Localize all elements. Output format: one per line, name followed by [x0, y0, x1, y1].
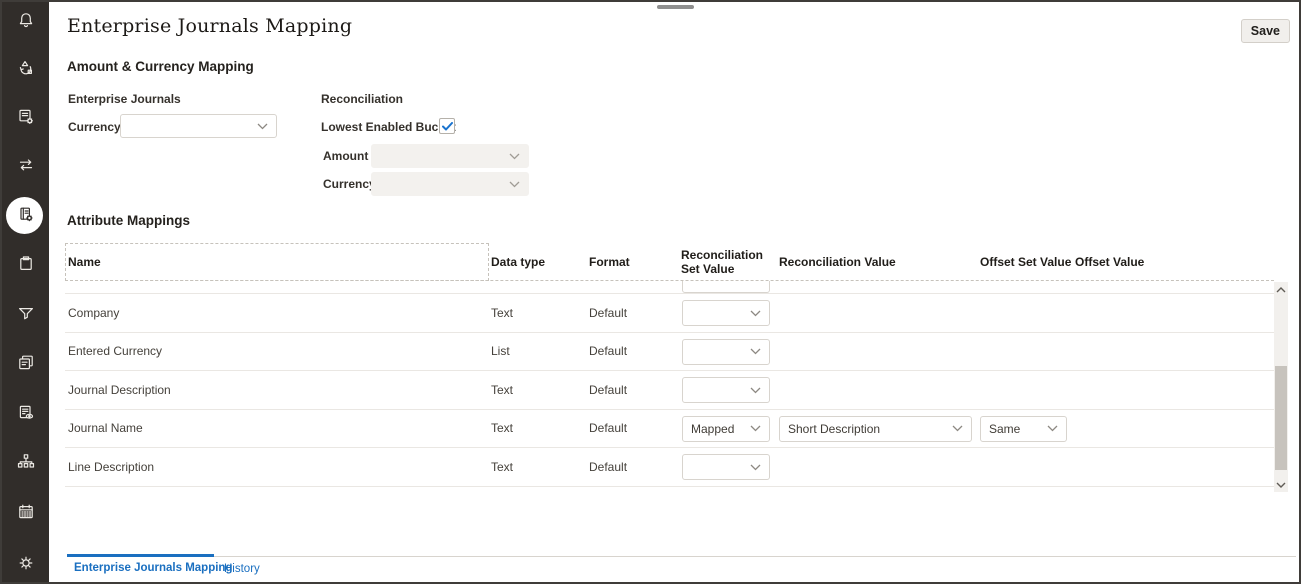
tab-enterprise-journals-mapping[interactable]: Enterprise Journals Mapping	[74, 562, 232, 574]
col-header-offset-value: Offset Value	[1075, 255, 1144, 269]
left-nav-sidebar	[2, 2, 49, 582]
reports-icon[interactable]	[2, 343, 49, 383]
recon-set-value-select[interactable]	[682, 454, 770, 480]
tab-history[interactable]: History	[224, 563, 260, 575]
offset-set-value-select[interactable]: Same	[980, 416, 1067, 442]
bottom-tabbar-divider	[67, 556, 1296, 557]
table-row[interactable]: Line Description Text Default	[65, 448, 1274, 487]
settings-icon[interactable]	[2, 543, 49, 583]
row-name: Entered Currency	[68, 344, 162, 358]
lowest-enabled-bucket-label: Lowest Enabled Bucket	[321, 120, 456, 134]
col-header-offset-set-value: Offset Set Value	[980, 255, 1071, 269]
enterprise-journals-group-heading: Enterprise Journals	[68, 92, 181, 106]
recon-value: Short Description	[788, 422, 880, 436]
calendar-icon[interactable]	[2, 492, 49, 532]
tasks-icon[interactable]	[2, 244, 49, 284]
recon-set-value: Mapped	[691, 422, 734, 436]
row-format: Default	[589, 460, 627, 474]
recon-set-value-select[interactable]	[682, 377, 770, 403]
recon-set-value-select[interactable]	[682, 300, 770, 326]
row-data-type: List	[491, 344, 510, 358]
row-format: Default	[589, 306, 627, 320]
page-title: Enterprise Journals Mapping	[67, 15, 352, 37]
recon-value-select[interactable]: Short Description	[779, 416, 972, 442]
panel-drag-handle[interactable]	[657, 5, 694, 9]
reconciliation-group-heading: Reconciliation	[321, 92, 403, 106]
col-header-recon-value: Reconciliation Value	[779, 255, 896, 269]
ej-currency-select[interactable]	[120, 114, 277, 138]
col-header-data-type: Data type	[491, 255, 545, 269]
lowest-enabled-bucket-checkbox[interactable]	[439, 118, 455, 134]
chevron-down-icon	[750, 348, 761, 355]
hierarchy-icon[interactable]	[2, 442, 49, 482]
recon-set-value-select[interactable]	[682, 339, 770, 365]
row-name: Company	[68, 306, 119, 320]
journal-review-icon[interactable]	[2, 393, 49, 433]
col-header-name: Name	[68, 255, 101, 269]
chevron-down-icon	[750, 387, 761, 394]
table-row[interactable]: Journal Description Text Default	[65, 371, 1274, 410]
filter-icon[interactable]	[2, 293, 49, 333]
main-content: Enterprise Journals Mapping Save Amount …	[49, 2, 1299, 582]
table-row[interactable]: Company Text Default	[65, 294, 1274, 333]
chevron-down-icon	[509, 153, 520, 160]
attribute-mappings-table-body: Company Text Default Entered Currency Li…	[65, 281, 1274, 487]
attribute-mappings-heading: Attribute Mappings	[67, 213, 190, 228]
row-data-type: Text	[491, 421, 513, 435]
chevron-down-icon	[750, 464, 761, 471]
recon-set-value-select[interactable]: Mapped	[682, 416, 770, 442]
chevron-down-icon	[750, 425, 761, 432]
chevron-down-icon	[952, 425, 963, 432]
partial-recon-set-value-select[interactable]	[682, 281, 770, 293]
col-header-recon-set-value: Reconciliation Set Value	[681, 248, 773, 276]
row-name: Journal Name	[68, 421, 143, 435]
chevron-down-icon	[509, 181, 520, 188]
check-icon	[442, 122, 453, 131]
row-name: Line Description	[68, 460, 154, 474]
partially-scrolled-row	[65, 281, 1274, 294]
table-row[interactable]: Journal Name Text Default Mapped Short D…	[65, 410, 1274, 449]
journal-config-icon[interactable]	[2, 97, 49, 137]
col-header-format: Format	[589, 255, 630, 269]
offset-set-value: Same	[989, 422, 1020, 436]
row-data-type: Text	[491, 383, 513, 397]
chevron-down-icon	[257, 123, 268, 130]
table-scrollbar[interactable]	[1274, 282, 1288, 492]
active-tab-indicator	[67, 554, 214, 557]
transactions-icon[interactable]	[2, 145, 49, 185]
recon-currency-select[interactable]	[371, 172, 529, 196]
bell-icon[interactable]	[2, 1, 49, 41]
app-window: Enterprise Journals Mapping Save Amount …	[0, 0, 1301, 584]
enterprise-journals-icon[interactable]	[2, 195, 49, 235]
chevron-down-icon	[1047, 425, 1058, 432]
row-data-type: Text	[491, 460, 513, 474]
row-name: Journal Description	[68, 383, 171, 397]
scrollbar-thumb[interactable]	[1275, 366, 1287, 470]
scroll-up-icon[interactable]	[1274, 283, 1288, 296]
save-button[interactable]: Save	[1241, 19, 1290, 43]
row-data-type: Text	[491, 306, 513, 320]
recon-currency-label: Currency	[323, 177, 376, 191]
row-format: Default	[589, 344, 627, 358]
chevron-down-icon	[750, 310, 761, 317]
recon-amount-select[interactable]	[371, 144, 529, 168]
approvals-icon[interactable]	[2, 48, 49, 88]
row-format: Default	[589, 383, 627, 397]
scroll-down-icon[interactable]	[1274, 478, 1288, 491]
name-column-focus-outline	[65, 243, 489, 281]
ej-currency-label: Currency	[68, 120, 121, 134]
amount-currency-heading: Amount & Currency Mapping	[67, 59, 254, 74]
recon-amount-label: Amount	[323, 149, 368, 163]
table-row[interactable]: Entered Currency List Default	[65, 333, 1274, 372]
row-format: Default	[589, 421, 627, 435]
